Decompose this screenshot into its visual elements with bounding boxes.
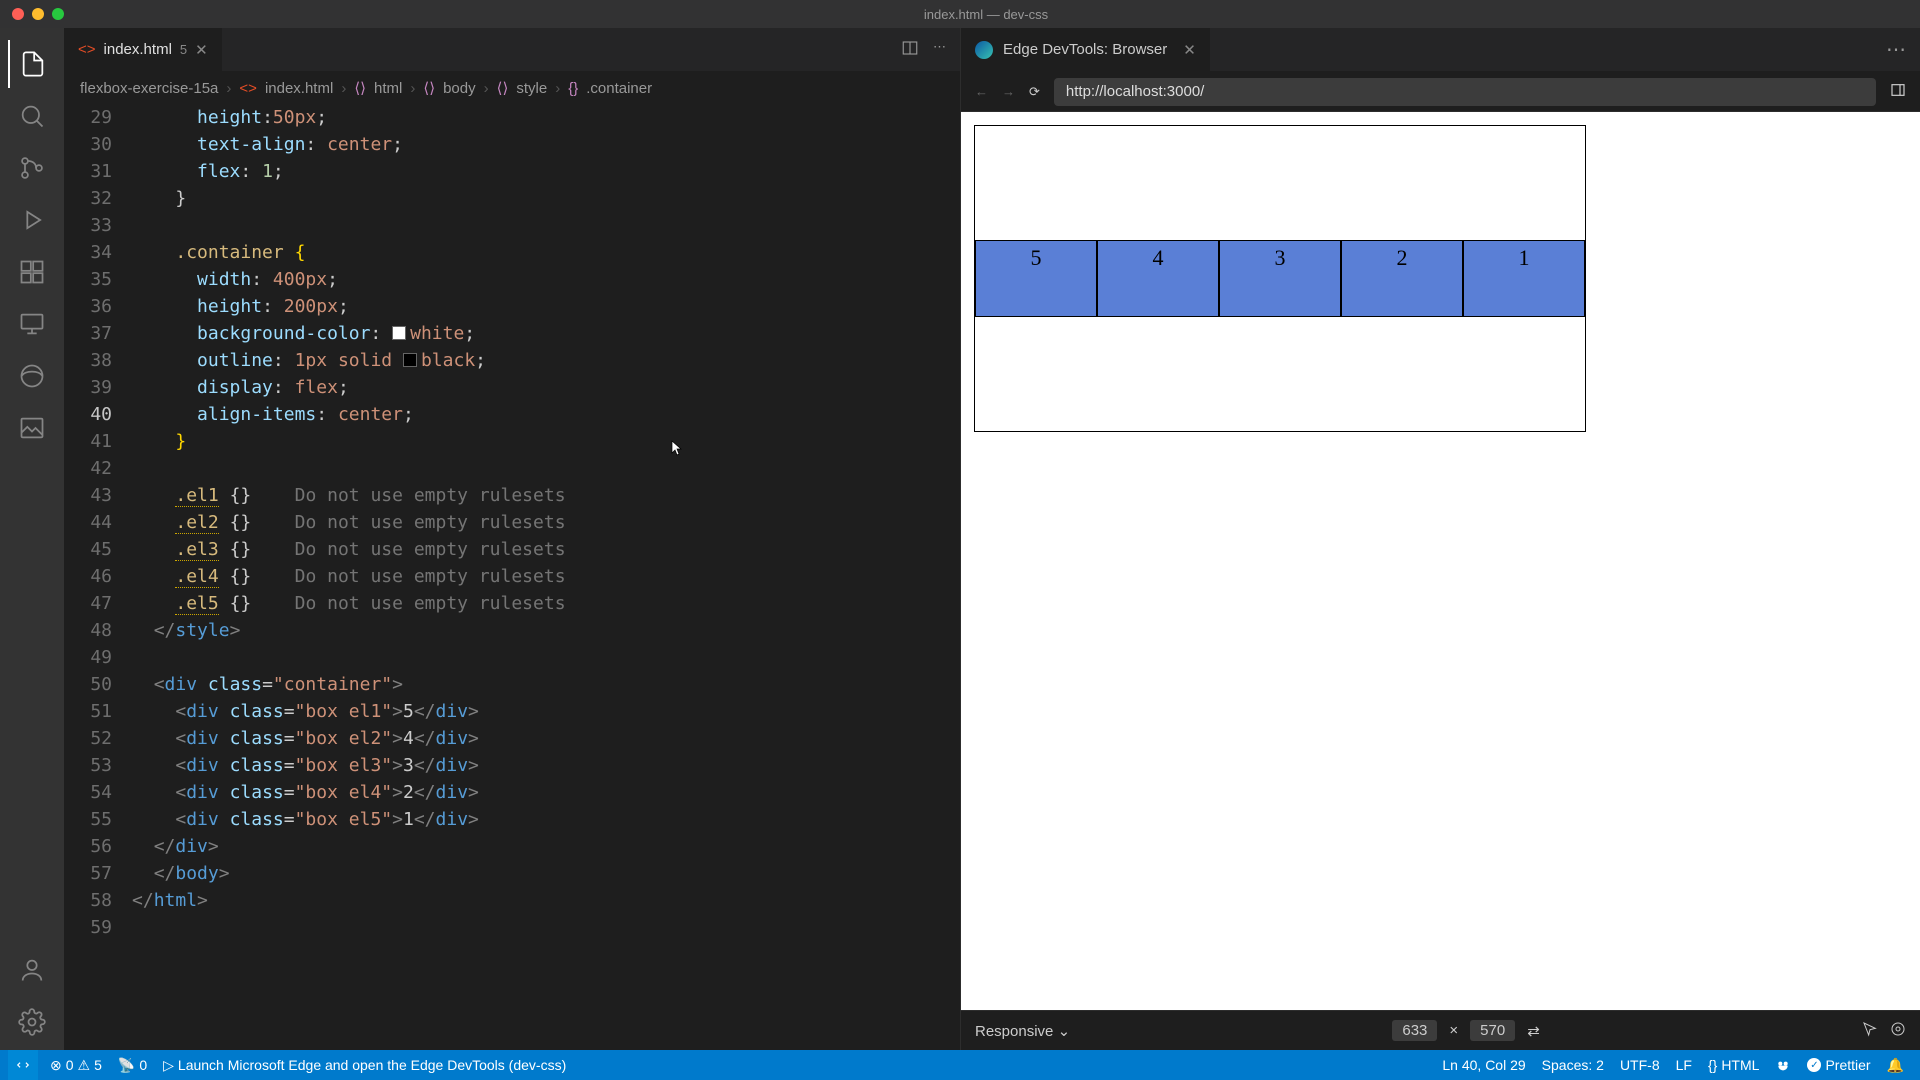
chevron-right-icon: › xyxy=(341,80,346,97)
chevron-right-icon: › xyxy=(410,80,415,97)
preview-tab-bar: Edge DevTools: Browser ✕ ⋯ xyxy=(961,28,1920,72)
back-icon[interactable]: ← xyxy=(975,84,988,99)
explorer-icon[interactable] xyxy=(8,40,56,88)
rotate-icon[interactable]: ⇄ xyxy=(1527,1022,1540,1040)
titlebar: index.html — dev-css xyxy=(0,0,1920,28)
problems-button[interactable]: ⊗0 ⚠5 xyxy=(42,1057,110,1074)
box-4: 4 xyxy=(1097,240,1219,317)
url-bar[interactable]: http://localhost:3000/ xyxy=(1054,78,1876,106)
responsive-mode[interactable]: Responsive ⌄ xyxy=(975,1022,1070,1040)
preview-footer: Responsive ⌄ 633 × 570 ⇄ xyxy=(961,1010,1920,1050)
notifications-icon[interactable]: 🔔 xyxy=(1879,1057,1912,1074)
close-icon[interactable]: ✕ xyxy=(195,41,208,59)
split-editor-icon[interactable] xyxy=(901,39,919,60)
close-window-button[interactable] xyxy=(12,8,24,20)
viewport-height[interactable]: 570 xyxy=(1470,1020,1515,1041)
box-3: 3 xyxy=(1219,240,1341,317)
rendered-container: 5 4 3 2 1 xyxy=(975,126,1585,431)
close-icon[interactable]: ✕ xyxy=(1183,41,1196,59)
html-file-icon: <> xyxy=(78,41,96,58)
tab-actions: ⋯ xyxy=(901,39,960,60)
breadcrumb-file[interactable]: index.html xyxy=(265,80,333,97)
tab-bar: <> index.html 5 ✕ ⋯ xyxy=(64,28,960,72)
traffic-lights xyxy=(12,8,64,20)
source-control-icon[interactable] xyxy=(8,144,56,192)
play-icon: ▷ xyxy=(163,1057,174,1074)
edge-icon xyxy=(975,41,993,59)
ports-button[interactable]: 📡0 xyxy=(110,1057,155,1074)
more-actions-icon[interactable]: ⋯ xyxy=(933,39,946,60)
breadcrumb-style[interactable]: style xyxy=(516,80,547,97)
breadcrumb-html[interactable]: html xyxy=(374,80,402,97)
check-icon: ✓ xyxy=(1807,1058,1821,1072)
eol[interactable]: LF xyxy=(1668,1057,1700,1073)
forward-icon[interactable]: → xyxy=(1002,84,1015,99)
braces-icon: {} xyxy=(1708,1057,1717,1073)
dimension-separator: × xyxy=(1449,1022,1458,1039)
box-2: 2 xyxy=(1341,240,1463,317)
encoding[interactable]: UTF-8 xyxy=(1612,1057,1668,1073)
chevron-down-icon: ⌄ xyxy=(1058,1023,1071,1040)
editor-area: <> index.html 5 ✕ ⋯ flexbox-exercise-15a… xyxy=(64,28,960,1050)
code-editor[interactable]: 2930313233343536373839404142434445464748… xyxy=(64,104,960,1050)
tab-edge-devtools[interactable]: Edge DevTools: Browser ✕ xyxy=(961,28,1210,71)
language-mode[interactable]: {}HTML xyxy=(1700,1057,1767,1073)
chevron-right-icon: › xyxy=(555,80,560,97)
indentation[interactable]: Spaces: 2 xyxy=(1534,1057,1612,1073)
breadcrumb-symbol-icon: ⟨⟩ xyxy=(354,79,366,97)
minimize-window-button[interactable] xyxy=(32,8,44,20)
remote-explorer-icon[interactable] xyxy=(8,300,56,348)
run-debug-icon[interactable] xyxy=(8,196,56,244)
account-icon[interactable] xyxy=(8,946,56,994)
breadcrumb-body[interactable]: body xyxy=(443,80,476,97)
tab-filename: index.html xyxy=(104,41,172,58)
preview-tab-title: Edge DevTools: Browser xyxy=(1003,41,1167,58)
breadcrumb-symbol-icon: ⟨⟩ xyxy=(423,79,435,97)
gear-icon[interactable] xyxy=(8,998,56,1046)
screencast-icon[interactable] xyxy=(1890,1021,1906,1041)
viewport-width[interactable]: 633 xyxy=(1392,1020,1437,1041)
launch-edge-button[interactable]: ▷Launch Microsoft Edge and open the Edge… xyxy=(155,1057,574,1074)
edge-tools-icon[interactable] xyxy=(8,352,56,400)
maximize-window-button[interactable] xyxy=(52,8,64,20)
window-title: index.html — dev-css xyxy=(64,7,1908,22)
breadcrumb-root[interactable]: flexbox-exercise-15a xyxy=(80,80,218,97)
breadcrumb-symbol-icon: ⟨⟩ xyxy=(497,79,509,97)
error-icon: ⊗ xyxy=(50,1057,62,1074)
search-icon[interactable] xyxy=(8,92,56,140)
url-text: http://localhost:3000/ xyxy=(1066,83,1204,100)
html-file-icon: <> xyxy=(239,80,257,97)
activity-bar xyxy=(0,28,64,1050)
cursor-position[interactable]: Ln 40, Col 29 xyxy=(1434,1057,1533,1073)
preview-nav: ← → ⟳ http://localhost:3000/ xyxy=(961,72,1920,112)
status-bar: ⊗0 ⚠5 📡0 ▷Launch Microsoft Edge and open… xyxy=(0,1050,1920,1080)
extensions-icon[interactable] xyxy=(8,248,56,296)
antenna-icon: 📡 xyxy=(118,1057,135,1074)
breadcrumb-symbol-icon: {} xyxy=(568,80,578,97)
more-actions-icon[interactable]: ⋯ xyxy=(1886,37,1920,62)
box-1: 1 xyxy=(1463,240,1585,317)
copilot-icon[interactable] xyxy=(1767,1057,1799,1073)
reload-icon[interactable]: ⟳ xyxy=(1029,84,1040,100)
prettier-button[interactable]: ✓Prettier xyxy=(1799,1057,1878,1073)
breadcrumb-container[interactable]: .container xyxy=(586,80,652,97)
preview-pane: Edge DevTools: Browser ✕ ⋯ ← → ⟳ http://… xyxy=(960,28,1920,1050)
chevron-right-icon: › xyxy=(226,80,231,97)
remote-button[interactable] xyxy=(8,1050,38,1080)
open-devtools-icon[interactable] xyxy=(1890,82,1906,101)
chevron-right-icon: › xyxy=(484,80,489,97)
tab-problem-badge: 5 xyxy=(180,42,187,57)
breadcrumb[interactable]: flexbox-exercise-15a › <> index.html › ⟨… xyxy=(64,72,960,104)
image-icon[interactable] xyxy=(8,404,56,452)
tab-index-html[interactable]: <> index.html 5 ✕ xyxy=(64,28,223,71)
preview-content[interactable]: 5 4 3 2 1 xyxy=(961,112,1920,1010)
inspect-icon[interactable] xyxy=(1862,1021,1878,1041)
warning-icon: ⚠ xyxy=(78,1057,91,1074)
mouse-cursor-icon xyxy=(670,440,686,456)
box-5: 5 xyxy=(975,240,1097,317)
